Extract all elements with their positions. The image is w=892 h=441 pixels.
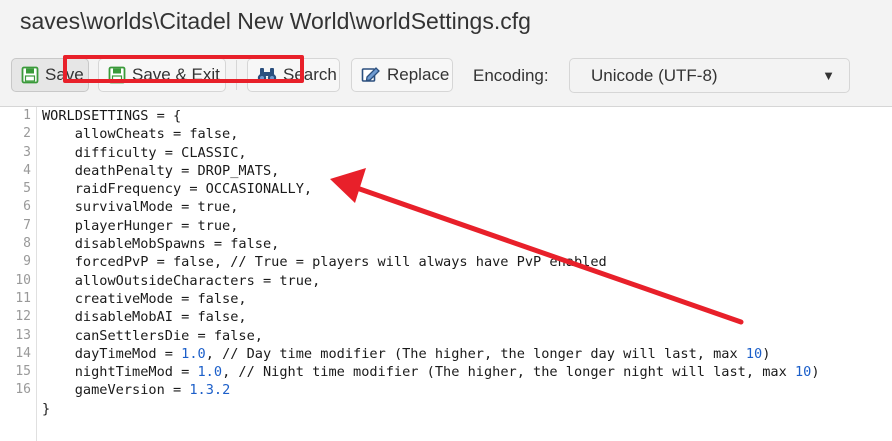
line-number: 9 [23, 254, 31, 270]
code-text-token: canSettlersDie = false, [42, 327, 263, 344]
line-number: 2 [23, 126, 31, 142]
line-number: 16 [15, 382, 31, 398]
encoding-value: Unicode (UTF-8) [591, 66, 718, 85]
code-number-token: 1.3.2 [189, 382, 231, 399]
code-text-token: ) [811, 364, 820, 381]
line-number: 11 [15, 290, 31, 306]
line-number: 10 [15, 272, 31, 288]
code-line[interactable]: canSettlersDie = false, [42, 327, 892, 345]
floppy-disk-icon [21, 66, 39, 84]
code-text-token: , // Night time modifier (The higher, th… [222, 364, 795, 381]
code-text-token: disableMobAI = false, [42, 309, 247, 326]
code-number-token: 10 [794, 364, 812, 381]
code-text-token: gameVersion = [42, 382, 190, 399]
code-number-token: 10 [745, 345, 763, 362]
code-text-token: playerHunger = true, [42, 217, 239, 234]
code-text-token: deathPenalty = DROP_MATS, [42, 162, 280, 179]
find-replace-icon [361, 66, 381, 84]
code-text-token: nightTimeMod = [42, 364, 198, 381]
code-line[interactable]: deathPenalty = DROP_MATS, [42, 162, 892, 180]
code-line[interactable]: disableMobAI = false, [42, 308, 892, 326]
window-title: saves\worlds\Citadel New World\worldSett… [20, 8, 531, 34]
code-line[interactable]: raidFrequency = OCCASIONALLY, [42, 180, 892, 198]
code-line[interactable]: allowOutsideCharacters = true, [42, 272, 892, 290]
code-text-token: allowOutsideCharacters = true, [42, 272, 321, 289]
code-text-token: dayTimeMod = [42, 345, 182, 362]
window-title-bar: saves\worlds\Citadel New World\worldSett… [0, 0, 892, 46]
code-text-token: } [42, 400, 51, 417]
encoding-select[interactable]: Unicode (UTF-8) ▼ [569, 58, 850, 93]
code-text-token: allowCheats = false, [42, 126, 239, 143]
code-line[interactable]: dayTimeMod = 1.0, // Day time modifier (… [42, 345, 892, 363]
line-number: 13 [15, 327, 31, 343]
code-line[interactable]: playerHunger = true, [42, 217, 892, 235]
line-number-gutter: 1 2 3 4 5 6 7 8 9 10 11 12 13 14 15 16 [0, 107, 37, 441]
code-line[interactable]: allowCheats = false, [42, 125, 892, 143]
code-line[interactable]: } [42, 400, 892, 418]
code-text-token: survivalMode = true, [42, 199, 239, 216]
code-text-token: disableMobSpawns = false, [42, 236, 280, 253]
line-number: 12 [15, 309, 31, 325]
replace-button[interactable]: Replace [351, 58, 453, 92]
code-line[interactable]: survivalMode = true, [42, 198, 892, 216]
code-line[interactable]: nightTimeMod = 1.0, // Night time modifi… [42, 363, 892, 381]
code-text-token: ) [762, 345, 771, 362]
line-number: 4 [23, 162, 31, 178]
code-text-token: , // Day time modifier (The higher, the … [205, 345, 746, 362]
code-text-token: WORLDSETTINGS = { [42, 108, 182, 124]
line-number: 5 [23, 181, 31, 197]
replace-button-label: Replace [387, 65, 450, 84]
line-number: 8 [23, 236, 31, 252]
code-line[interactable]: difficulty = CLASSIC, [42, 144, 892, 162]
code-number-token: 1.0 [181, 345, 206, 362]
code-line[interactable]: disableMobSpawns = false, [42, 235, 892, 253]
line-number: 1 [23, 108, 31, 123]
code-line[interactable]: forcedPvP = false, // True = players wil… [42, 253, 892, 271]
encoding-label: Encoding: [473, 66, 549, 85]
code-text-token: raidFrequency = OCCASIONALLY, [42, 181, 313, 198]
code-text-token: forcedPvP = false, // True = players wil… [42, 254, 607, 271]
code-editor[interactable]: 1 2 3 4 5 6 7 8 9 10 11 12 13 14 15 16 WORLDSETTINGS = … [0, 107, 892, 441]
line-number: 15 [15, 364, 31, 380]
code-number-token: 1.0 [197, 364, 223, 381]
annotation-highlight-box [63, 55, 304, 83]
line-number: 6 [23, 199, 31, 215]
code-line[interactable]: WORLDSETTINGS = { [42, 107, 892, 125]
code-text-token: difficulty = CLASSIC, [42, 144, 247, 161]
line-number: 3 [23, 144, 31, 160]
code-text-token: creativeMode = false, [42, 290, 247, 307]
chevron-down-icon: ▼ [822, 68, 835, 83]
code-line[interactable]: creativeMode = false, [42, 290, 892, 308]
code-line[interactable]: gameVersion = 1.3.2 [42, 381, 892, 399]
line-number: 7 [23, 217, 31, 233]
code-text[interactable]: WORLDSETTINGS = { allowCheats = false, d… [42, 107, 892, 418]
line-number: 14 [15, 345, 31, 361]
